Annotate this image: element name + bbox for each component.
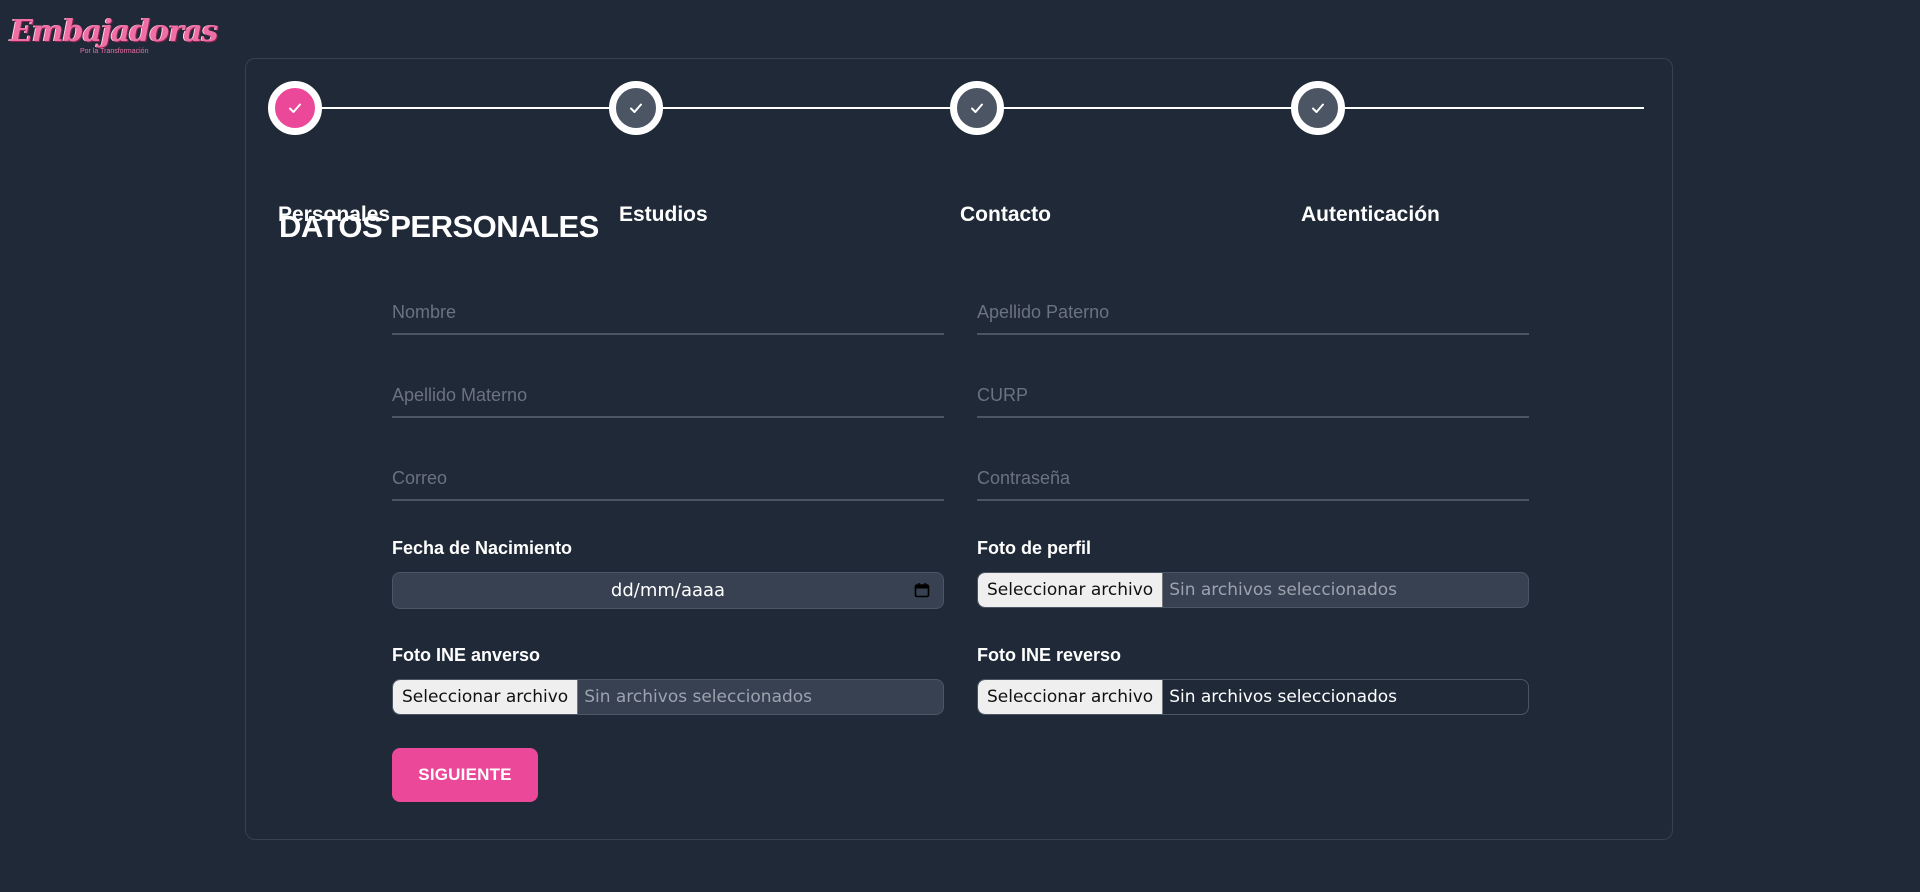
check-icon (630, 103, 642, 113)
step-circle-autenticacion (1291, 81, 1345, 135)
check-icon (971, 103, 983, 113)
apellido-paterno-input[interactable] (977, 291, 1529, 335)
correo-input[interactable] (392, 457, 944, 501)
nombre-input[interactable] (392, 291, 944, 335)
foto-perfil-file-input[interactable]: Seleccionar archivo Sin archivos selecci… (977, 572, 1529, 608)
file-status: Sin archivos seleccionados (1169, 580, 1398, 600)
check-icon (289, 103, 301, 113)
ine-anverso-file-input[interactable]: Seleccionar archivo Sin archivos selecci… (392, 679, 944, 715)
apellido-materno-field (392, 374, 944, 418)
ine-reverso-field: Foto INE reverso Seleccionar archivo Sin… (977, 645, 1529, 715)
select-file-button[interactable]: Seleccionar archivo (978, 573, 1164, 607)
step-label-autenticacion: Autenticación (1301, 203, 1440, 226)
curp-field (977, 374, 1529, 418)
ine-anverso-field: Foto INE anverso Seleccionar archivo Sin… (392, 645, 944, 715)
registration-card: Personales Estudios Contacto Autenticaci… (245, 58, 1673, 840)
curp-input[interactable] (977, 374, 1529, 418)
ine-reverso-label: Foto INE reverso (977, 645, 1122, 665)
ine-reverso-file-input[interactable]: Seleccionar archivo Sin archivos selecci… (977, 679, 1529, 715)
date-value: dd/mm/aaaa (610, 580, 726, 601)
ine-anverso-label: Foto INE anverso (392, 645, 541, 665)
select-file-button[interactable]: Seleccionar archivo (978, 680, 1164, 714)
select-file-button[interactable]: Seleccionar archivo (393, 680, 579, 714)
step-circle-personales (268, 81, 322, 135)
siguiente-button[interactable]: SIGUIENTE (392, 748, 538, 802)
nombre-field (392, 291, 944, 335)
step-label-estudios: Estudios (619, 203, 708, 226)
correo-field (392, 457, 944, 501)
apellido-materno-input[interactable] (392, 374, 944, 418)
logo-subtext: Por la Transformación (80, 48, 149, 55)
contrasena-input[interactable] (977, 457, 1529, 501)
step-label-contacto: Contacto (960, 203, 1051, 226)
fecha-nacimiento-field: Fecha de Nacimiento dd/mm/aaaa (392, 538, 944, 609)
page-title: DATOS PERSONALES (279, 209, 599, 244)
foto-perfil-field: Foto de perfil Seleccionar archivo Sin a… (977, 538, 1529, 608)
calendar-icon[interactable] (914, 582, 930, 598)
step-circle-contacto (950, 81, 1004, 135)
apellido-paterno-field (977, 291, 1529, 335)
fecha-nacimiento-label: Fecha de Nacimiento (392, 538, 573, 558)
foto-perfil-label: Foto de perfil (977, 538, 1091, 558)
file-status: Sin archivos seleccionados (1169, 687, 1398, 707)
contrasena-field (977, 457, 1529, 501)
step-circle-estudios (609, 81, 663, 135)
check-icon (1312, 103, 1324, 113)
fecha-nacimiento-input[interactable]: dd/mm/aaaa (392, 572, 944, 609)
file-status: Sin archivos seleccionados (584, 687, 813, 707)
logo-text: Embajadoras (10, 14, 218, 49)
brand-logo[interactable]: Embajadoras Por la Transformación (10, 14, 218, 60)
